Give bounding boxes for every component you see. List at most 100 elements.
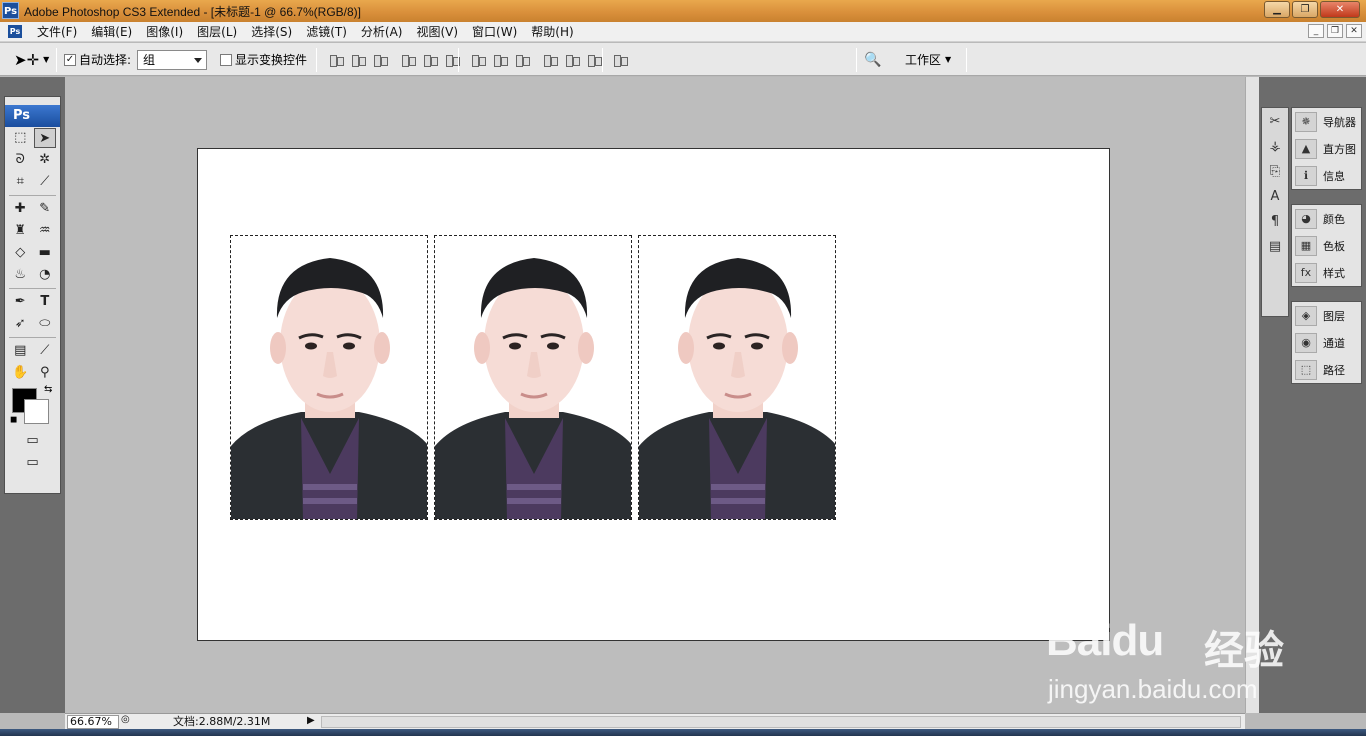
blur-tool-icon[interactable]: ♨ xyxy=(9,265,31,285)
document-menu-icon[interactable]: Ps xyxy=(8,25,22,38)
notes-tool-icon[interactable]: ▤ xyxy=(9,341,31,361)
ellipse-tool-icon[interactable]: ⬭ xyxy=(34,314,56,334)
auto-select-checkbox[interactable]: ✓ xyxy=(64,53,76,66)
id-photo-1[interactable] xyxy=(230,235,428,520)
zoom-tool-icon[interactable]: ⚲ xyxy=(34,363,56,383)
watermark-cn: 经验 xyxy=(1204,628,1284,674)
doc-minimize-button[interactable]: _ xyxy=(1308,24,1324,38)
distribute-hcenter-icon[interactable] xyxy=(564,52,582,68)
status-menu-arrow-icon[interactable]: ▶ xyxy=(307,715,315,726)
watermark-brand: Baidu xyxy=(1046,616,1164,665)
toolbox-logo: Ps xyxy=(5,105,60,127)
clone-source-icon[interactable]: ⎘ xyxy=(1263,161,1287,183)
menu-select[interactable]: 选择(S) xyxy=(244,23,299,40)
dodge-tool-icon[interactable]: ◔ xyxy=(34,265,56,285)
gradient-tool-icon[interactable]: ▬ xyxy=(34,243,56,263)
workspace-label: 工作区 xyxy=(905,53,942,67)
menu-bar: Ps 文件(F) 编辑(E) 图像(I) 图层(L) 选择(S) 滤镜(T) 分… xyxy=(0,22,1366,42)
doc-close-button[interactable]: ✕ xyxy=(1346,24,1362,38)
panel-color[interactable]: ◕ 颜色 xyxy=(1292,205,1361,232)
menu-window[interactable]: 窗口(W) xyxy=(465,23,524,40)
slice-tool-icon[interactable]: ⟋ xyxy=(34,172,56,192)
zoom-field[interactable]: 66.67% xyxy=(67,715,119,729)
clone-stamp-icon[interactable]: ♜ xyxy=(9,221,31,241)
horizontal-scrollbar[interactable] xyxy=(321,716,1241,728)
paths-icon: ⬚ xyxy=(1295,359,1317,380)
panel-info[interactable]: ℹ 信息 xyxy=(1292,162,1361,189)
tool-presets-icon[interactable]: ✂ xyxy=(1263,111,1287,133)
screen-mode-icon[interactable]: ▭ xyxy=(15,453,51,473)
menu-image[interactable]: 图像(I) xyxy=(139,23,190,40)
align-top-icon[interactable] xyxy=(328,52,346,68)
swap-colors-icon[interactable]: ⇆ xyxy=(44,384,52,395)
marquee-tool-icon[interactable]: ⬚ xyxy=(9,128,31,148)
channels-icon: ◉ xyxy=(1295,332,1317,353)
align-right-icon[interactable] xyxy=(444,52,462,68)
show-transform-checkbox[interactable] xyxy=(220,53,232,66)
align-vcenter-icon[interactable] xyxy=(350,52,368,68)
panel-channels[interactable]: ◉ 通道 xyxy=(1292,329,1361,356)
brushes-icon[interactable]: ⚶ xyxy=(1263,136,1287,158)
menu-filter[interactable]: 滤镜(T) xyxy=(299,23,354,40)
align-hcenter-icon[interactable] xyxy=(422,52,440,68)
distribute-top-icon[interactable] xyxy=(470,52,488,68)
hand-tool-icon[interactable]: ✋ xyxy=(9,363,31,383)
paragraph-icon[interactable]: ¶ xyxy=(1263,211,1287,233)
bridge-icon[interactable]: 🔍 xyxy=(864,52,881,68)
background-color-swatch[interactable] xyxy=(24,399,49,424)
menu-analysis[interactable]: 分析(A) xyxy=(354,23,410,40)
maximize-button[interactable]: ❐ xyxy=(1292,1,1318,18)
minimize-button[interactable]: ▁ xyxy=(1264,1,1290,18)
chevron-down-icon: ▼ xyxy=(945,55,952,64)
panel-paths[interactable]: ⬚ 路径 xyxy=(1292,356,1361,383)
distribute-vcenter-icon[interactable] xyxy=(492,52,510,68)
id-photo-2[interactable] xyxy=(434,235,632,520)
menu-layer[interactable]: 图层(L) xyxy=(190,23,244,40)
panel-navigator[interactable]: ✵ 导航器 xyxy=(1292,108,1361,135)
panel-swatches[interactable]: ▦ 色板 xyxy=(1292,232,1361,259)
menu-edit[interactable]: 编辑(E) xyxy=(84,23,139,40)
auto-select-dropdown[interactable]: 组 xyxy=(137,49,208,70)
default-colors-icon[interactable]: ◼ xyxy=(10,415,17,425)
lasso-tool-icon[interactable]: ᘐ xyxy=(9,150,31,170)
eyedropper-icon[interactable]: ⟋ xyxy=(34,341,56,361)
distribute-left-icon[interactable] xyxy=(542,52,560,68)
watermark-url: jingyan.baidu.com xyxy=(1048,674,1258,704)
doc-restore-button[interactable]: ❐ xyxy=(1327,24,1343,38)
auto-align-icon[interactable] xyxy=(612,52,630,68)
close-button[interactable]: ✕ xyxy=(1320,1,1360,18)
color-palette-icon: ◕ xyxy=(1295,208,1317,229)
layer-comps-icon[interactable]: ▤ xyxy=(1263,236,1287,258)
layers-icon: ◈ xyxy=(1295,305,1317,326)
healing-brush-icon[interactable]: ✚ xyxy=(9,199,31,219)
windows-taskbar xyxy=(0,729,1366,736)
panel-group-navigator: ✵ 导航器 ▲ 直方图 ℹ 信息 xyxy=(1291,107,1362,190)
move-tool-preset[interactable]: ➤✛ ▼ xyxy=(14,43,49,76)
align-bottom-icon[interactable] xyxy=(372,52,390,68)
quick-mask-icon[interactable]: ▭ xyxy=(22,431,44,451)
menu-help[interactable]: 帮助(H) xyxy=(524,23,580,40)
menu-file[interactable]: 文件(F) xyxy=(30,23,84,40)
menu-view[interactable]: 视图(V) xyxy=(409,23,465,40)
pen-tool-icon[interactable]: ✒ xyxy=(9,292,31,312)
panel-group-color: ◕ 颜色 ▦ 色板 fx 样式 xyxy=(1291,204,1362,287)
distribute-bottom-icon[interactable] xyxy=(514,52,532,68)
crop-tool-icon[interactable]: ⌗ xyxy=(9,172,31,192)
type-tool-icon[interactable]: T xyxy=(34,292,56,312)
eraser-tool-icon[interactable]: ◇ xyxy=(9,243,31,263)
path-selection-icon[interactable]: ➶ xyxy=(9,314,31,334)
id-photo-3[interactable] xyxy=(638,235,836,520)
info-icon: ℹ xyxy=(1295,165,1317,186)
move-tool-icon[interactable]: ➤ xyxy=(33,128,56,148)
zoom-preview-icon[interactable]: ◎ xyxy=(121,714,130,725)
document-canvas[interactable] xyxy=(197,148,1110,641)
history-brush-icon[interactable]: ♒ xyxy=(34,221,56,241)
workspace-menu[interactable]: 工作区 ▼ xyxy=(905,43,951,76)
brush-tool-icon[interactable]: ✎ xyxy=(34,199,56,219)
panel-styles[interactable]: fx 样式 xyxy=(1292,259,1361,286)
panel-layers[interactable]: ◈ 图层 xyxy=(1292,302,1361,329)
panel-histogram[interactable]: ▲ 直方图 xyxy=(1292,135,1361,162)
align-left-icon[interactable] xyxy=(400,52,418,68)
character-icon[interactable]: A xyxy=(1263,186,1287,208)
magic-wand-icon[interactable]: ✲ xyxy=(34,150,56,170)
